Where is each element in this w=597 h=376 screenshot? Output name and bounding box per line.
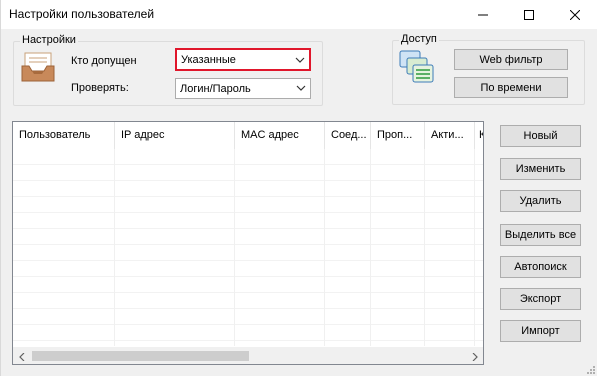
empty-row [13,197,483,213]
by-time-button[interactable]: По времени [454,77,568,98]
column-gridline [324,149,325,346]
window-title: Настройки пользователей [9,7,155,21]
autosearch-button[interactable]: Автопоиск [500,256,581,278]
empty-row [13,309,483,325]
scroll-right-button[interactable] [466,348,483,364]
column-gridline [114,149,115,346]
empty-row [13,149,483,165]
chevron-left-icon [18,352,24,361]
empty-row [13,325,483,341]
user-list-header: Пользователь IP адрес MAC адрес Соед... … [13,122,483,149]
allowed-label: Кто допущен [71,55,137,67]
edit-user-button[interactable]: Изменить [500,158,581,180]
new-user-button[interactable]: Новый [500,125,581,147]
column-ip[interactable]: IP адрес [115,122,235,149]
user-list-body [13,149,483,346]
check-label: Проверять: [71,82,129,94]
access-icon [399,50,435,84]
empty-row [13,213,483,229]
select-all-button[interactable]: Выделить все [500,224,581,246]
settings-group-title: Настройки [20,34,78,46]
column-bandwidth[interactable]: Проп... [371,122,425,149]
allowed-select-value: Указанные [181,53,236,66]
delete-user-button[interactable]: Удалить [500,190,581,212]
empty-row [13,277,483,293]
user-settings-window: Настройки пользователей Настройки Кто до… [0,0,597,376]
chevron-right-icon [472,352,478,361]
column-gridline [424,149,425,346]
resize-grip-icon[interactable] [585,364,595,374]
maximize-icon [524,9,534,20]
maximize-button[interactable] [506,0,552,29]
empty-row [13,245,483,261]
empty-row [13,181,483,197]
chevron-down-icon [296,85,306,91]
scrollbar-thumb[interactable] [32,351,249,361]
title-bar: Настройки пользователей [1,0,597,29]
export-button[interactable]: Экспорт [500,288,581,310]
column-user[interactable]: Пользователь [13,122,115,149]
column-gridline [234,149,235,346]
column-mac[interactable]: MAC адрес [235,122,325,149]
empty-row [13,293,483,309]
close-button[interactable] [552,0,597,29]
chevron-down-icon [295,57,305,63]
column-active[interactable]: Акти... [425,122,475,149]
horizontal-scrollbar[interactable] [13,347,483,364]
minimize-icon [478,14,488,15]
column-gridline [370,149,371,346]
allowed-select[interactable]: Указанные [175,48,311,71]
inbox-icon [21,52,55,82]
close-icon [570,9,580,20]
empty-row [13,261,483,277]
access-group-title: Доступ [399,33,439,45]
check-method-select[interactable]: Логин/Пароль [175,78,311,99]
empty-row [13,165,483,181]
web-filter-button[interactable]: Web фильтр [454,49,568,70]
column-extra[interactable]: К [475,122,483,149]
column-connections[interactable]: Соед... [325,122,371,149]
user-list[interactable]: Пользователь IP адрес MAC адрес Соед... … [12,121,484,365]
column-gridline [474,149,475,346]
minimize-button[interactable] [460,0,506,29]
check-method-value: Логин/Пароль [180,82,251,95]
scroll-left-button[interactable] [13,348,30,364]
import-button[interactable]: Импорт [500,320,581,342]
empty-row [13,229,483,245]
